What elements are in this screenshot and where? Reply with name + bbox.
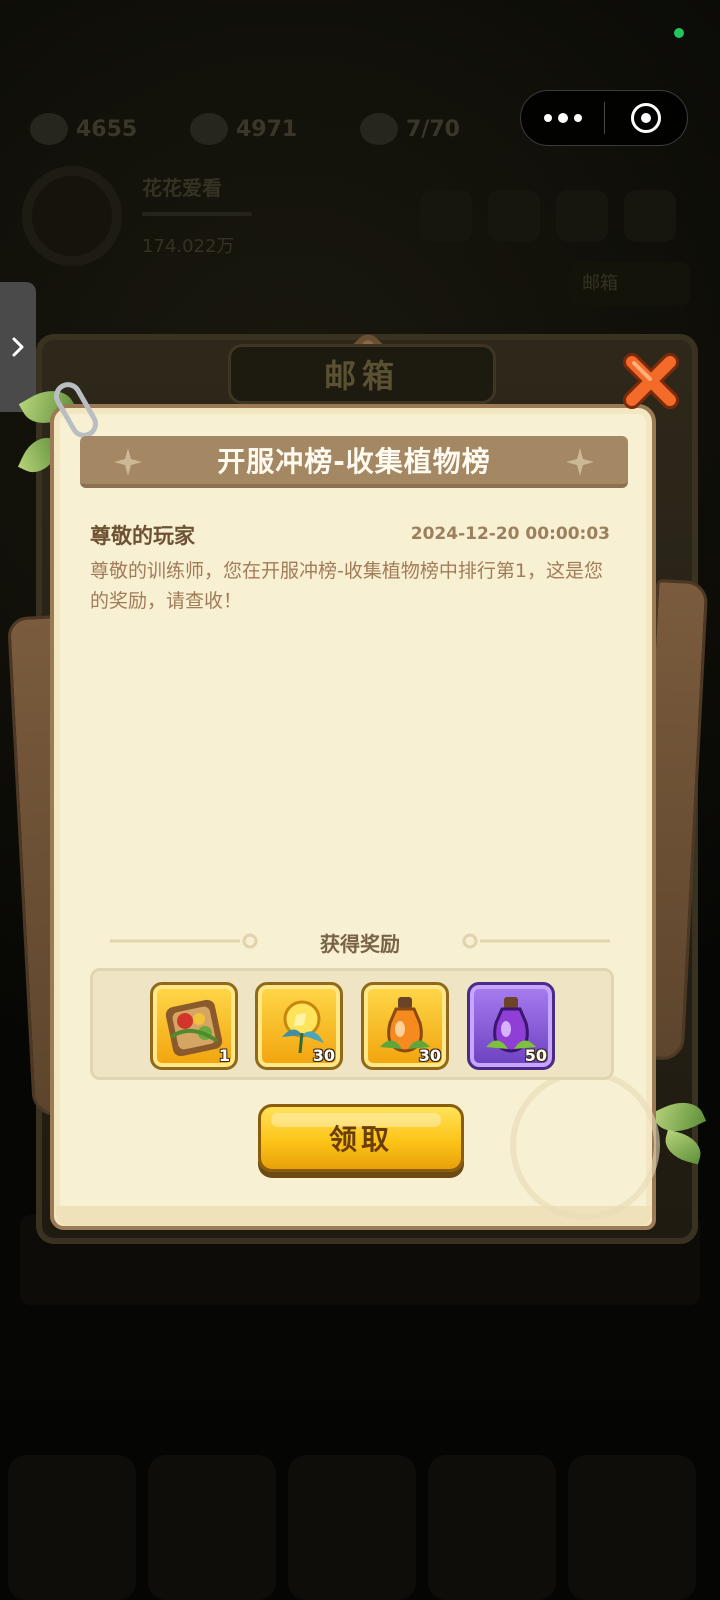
background-button-row (420, 190, 676, 242)
target-icon[interactable] (605, 90, 687, 146)
resource-gem: 4971 (190, 113, 298, 145)
reward-count: 50 (524, 1046, 547, 1065)
mail-sender: 尊敬的玩家 (90, 524, 195, 548)
gem-icon (190, 113, 228, 145)
mail-body: 尊敬的训练师，您在开服冲榜-收集植物榜中排行第1，这是您的奖励，请查收！ (90, 560, 603, 612)
reward-item[interactable]: 30 (361, 982, 449, 1070)
background-slot (428, 1455, 556, 1600)
background-tag: 邮箱 (570, 262, 690, 306)
background-slot (148, 1455, 276, 1600)
miniprogram-capsule (520, 90, 688, 146)
background-button (488, 190, 540, 242)
close-x-icon[interactable] (620, 350, 682, 412)
reward-count: 30 (312, 1046, 335, 1065)
mail-title: 开服冲榜-收集植物榜 (217, 445, 491, 478)
sparkle-icon (566, 448, 594, 476)
exp-bar (142, 212, 252, 216)
game-screen: 4655 4971 7/70 花花爱看 174.022万 邮箱 邮箱 开服冲榜-… (0, 0, 720, 1600)
coin-icon (30, 113, 68, 145)
background-slot (288, 1455, 416, 1600)
resource-coin: 4655 (30, 113, 138, 145)
energy-icon (360, 113, 398, 145)
player-name: 花花爱看 (142, 176, 222, 200)
background-bottom-row (8, 1455, 696, 1600)
resource-value: 4655 (76, 116, 138, 142)
sparkle-icon (114, 448, 142, 476)
reward-count: 30 (418, 1046, 441, 1065)
background-button (556, 190, 608, 242)
background-slot (568, 1455, 696, 1600)
window-title: 邮箱 (228, 344, 496, 404)
claim-button-label: 领取 (328, 1123, 393, 1156)
mail-timestamp: 2024-12-20 00:00:03 (410, 524, 610, 544)
seed-basket-icon (165, 999, 223, 1057)
side-drawer-tab[interactable] (0, 282, 36, 412)
reward-item[interactable]: 1 (150, 982, 238, 1070)
claim-button[interactable]: 领取 (258, 1104, 464, 1172)
flower-watermark (510, 1070, 660, 1220)
resource-value: 4971 (236, 116, 298, 142)
background-slot (8, 1455, 136, 1600)
reward-count: 1 (218, 1046, 230, 1065)
more-dots-icon[interactable] (521, 90, 604, 146)
reward-item[interactable]: 30 (255, 982, 343, 1070)
resource-energy: 7/70 (360, 113, 460, 145)
background-button (624, 190, 676, 242)
resource-value: 7/70 (406, 116, 460, 142)
chevron-right-icon (12, 337, 24, 357)
reward-title: 获得奖励 (320, 932, 400, 956)
mail-title-banner: 开服冲榜-收集植物榜 (80, 436, 628, 488)
reward-item[interactable]: 50 (467, 982, 555, 1070)
status-indicator (674, 28, 684, 38)
background-button (420, 190, 472, 242)
avatar (22, 166, 122, 266)
player-money: 174.022万 (142, 236, 235, 257)
